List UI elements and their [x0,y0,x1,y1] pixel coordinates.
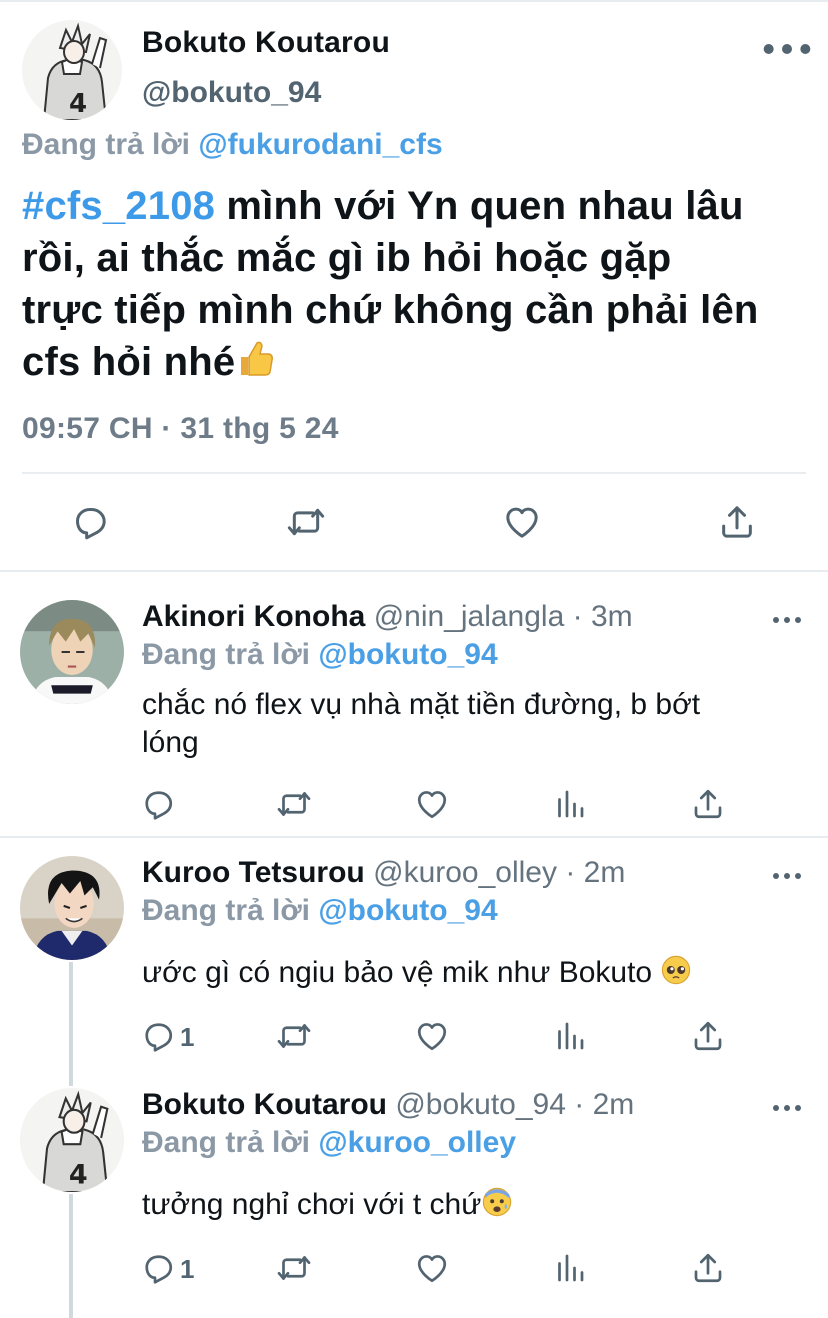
replying-mention-link[interactable]: @kuroo_olley [318,1126,516,1159]
divider [22,472,806,474]
replying-label: Đang trả lời [142,638,311,671]
replying-to: Đang trả lời @bokuto_94 [142,638,498,672]
avatar[interactable] [20,856,124,960]
author-name[interactable]: Akinori Konoha [142,600,365,633]
reply-time: · 3m [572,600,633,633]
replying-mention-link[interactable]: @bokuto_94 [318,894,497,927]
divider [0,836,828,838]
retweet-icon[interactable] [276,786,312,826]
tweet-text: #cfs_2108 mình với Yn quen nhau lâu rồi,… [22,180,822,388]
replying-mention-link[interactable]: @fukurodani_cfs [198,128,442,161]
tweet-text-line: mình với Yn quen nhau lâu [215,184,744,228]
top-divider [0,0,828,2]
thumbs-up-emoji [235,339,275,379]
tweet-text-line: trực tiếp mình chứ không cần phải lên [22,288,759,332]
author-name[interactable]: Bokuto Koutarou [142,1088,387,1121]
more-options-icon[interactable] [772,610,802,630]
retweet-icon[interactable] [276,1018,312,1058]
more-options-icon[interactable] [762,34,812,64]
replying-label: Đang trả lời [142,894,311,927]
more-options-icon[interactable] [772,1098,802,1118]
author-handle[interactable]: @nin_jalangla [374,600,565,633]
reply-time: · 2m [574,1088,635,1121]
author-name[interactable]: Kuroo Tetsurou [142,856,365,889]
analytics-icon[interactable] [552,786,588,826]
share-icon[interactable] [717,502,757,542]
divider [0,570,828,572]
like-icon[interactable] [502,502,542,542]
author-handle[interactable]: @bokuto_94 [142,76,321,110]
reply-count: 1 [180,1022,195,1052]
reply-header: Kuroo Tetsurou @kuroo_olley · 2m [142,856,625,890]
reply-header: Akinori Konoha @nin_jalangla · 3m [142,600,633,634]
replying-to: Đang trả lời @fukurodani_cfs [22,128,443,162]
author-name[interactable]: Bokuto Koutarou [142,26,390,60]
reply-text: tưởng nghỉ chơi với t chứ [142,1186,802,1224]
author-handle[interactable]: @kuroo_olley [373,856,557,889]
thread-connector [69,1194,73,1318]
replying-mention-link[interactable]: @bokuto_94 [318,638,497,671]
retweet-icon[interactable] [286,502,326,542]
analytics-icon[interactable] [552,1250,588,1290]
replying-label: Đang trả lời [22,128,191,161]
reply-icon[interactable] [140,786,176,826]
hashtag-link[interactable]: #cfs_2108 [22,184,215,228]
author-handle[interactable]: @bokuto_94 [395,1088,566,1121]
tweet-timestamp[interactable]: 09:57 CH · 31 thg 5 24 [22,412,339,446]
reply-text-line: chắc nó flex vụ nhà mặt tiền đường, b bớ… [142,688,701,721]
tweet-text-line: cfs hỏi nhé [22,340,236,384]
more-options-icon[interactable] [772,866,802,886]
reply-text: chắc nó flex vụ nhà mặt tiền đường, b bớ… [142,686,802,762]
anxious-face-emoji [481,1186,513,1218]
reply-text-line: lóng [142,726,199,759]
reply-time: · 2m [565,856,626,889]
pleading-face-emoji [660,954,692,986]
replying-label: Đang trả lời [142,1126,311,1159]
avatar[interactable] [20,600,124,704]
share-icon[interactable] [690,1018,726,1058]
retweet-icon[interactable] [276,1250,312,1290]
reply-text: ước gì có ngiu bảo vệ mik như Bokuto [142,954,802,992]
reply-count: 1 [180,1254,195,1284]
replying-to: Đang trả lời @bokuto_94 [142,894,498,928]
reply-text-line: ước gì có ngiu bảo vệ mik như Bokuto [142,956,653,989]
like-icon[interactable] [414,786,450,826]
reply-icon[interactable] [140,1250,176,1290]
like-icon[interactable] [414,1250,450,1290]
reply-text-line: tưởng nghỉ chơi với t chứ [142,1188,482,1221]
thread-connector [69,962,73,1086]
avatar[interactable] [22,20,122,120]
reply-icon[interactable] [140,1018,176,1058]
share-icon[interactable] [690,1250,726,1290]
avatar[interactable] [20,1088,124,1192]
reply-icon[interactable] [70,502,110,542]
analytics-icon[interactable] [552,1018,588,1058]
replying-to: Đang trả lời @kuroo_olley [142,1126,516,1160]
reply-header: Bokuto Koutarou @bokuto_94 · 2m [142,1088,634,1122]
share-icon[interactable] [690,786,726,826]
tweet-text-line: rồi, ai thắc mắc gì ib hỏi hoặc gặp [22,236,672,280]
like-icon[interactable] [414,1018,450,1058]
